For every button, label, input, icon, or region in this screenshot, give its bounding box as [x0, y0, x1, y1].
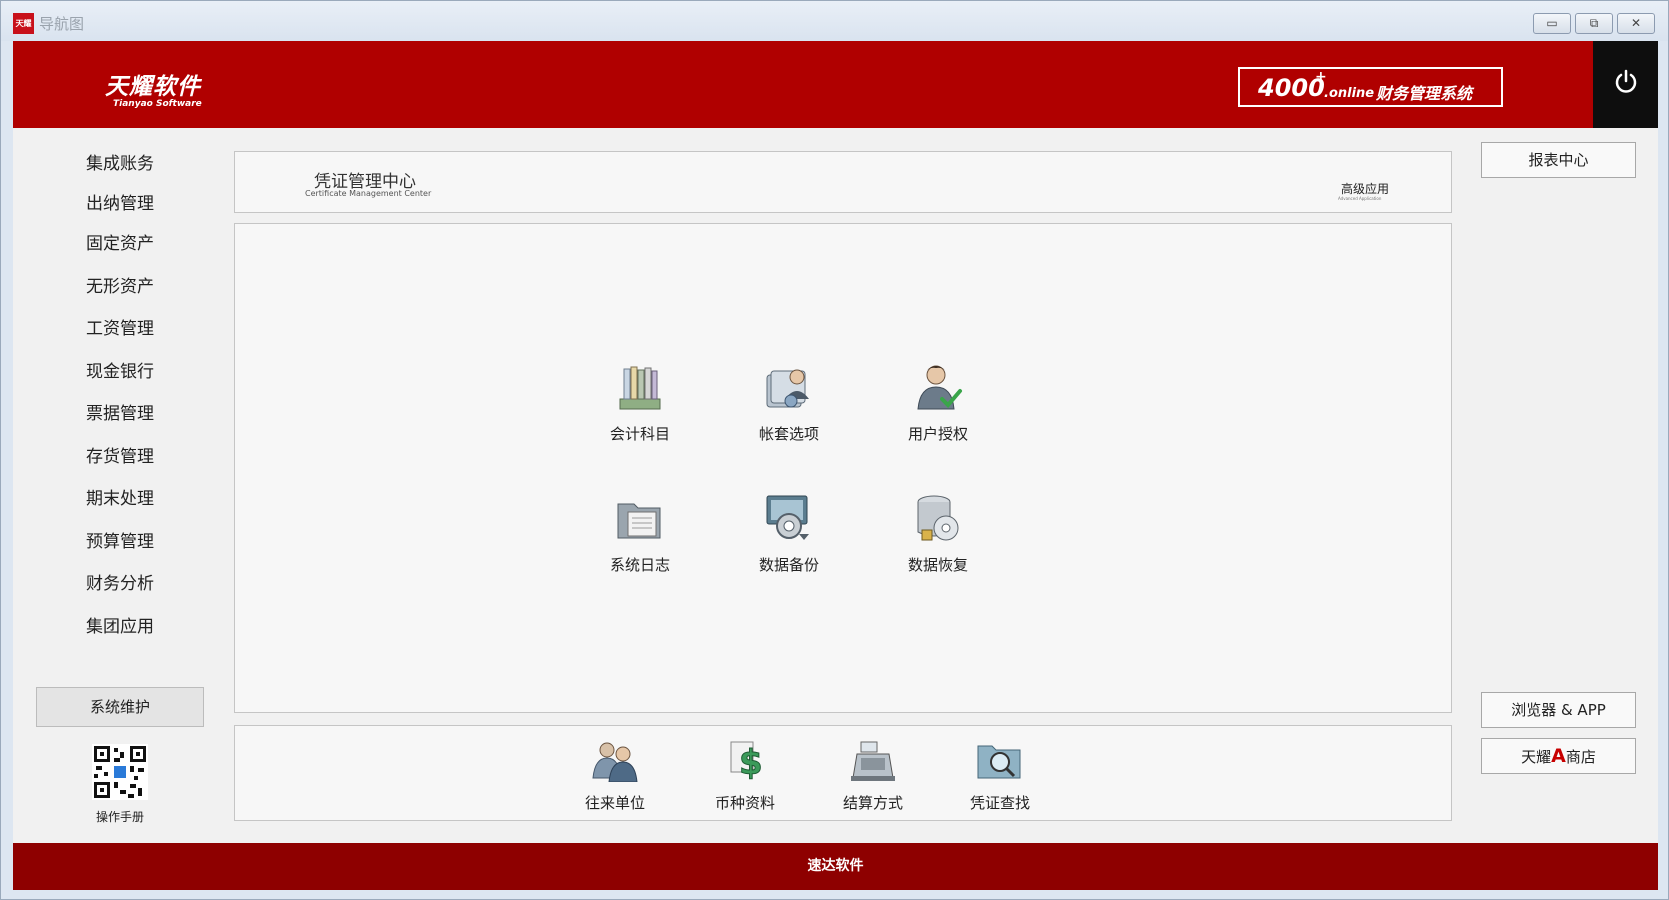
footer-bar: 速达软件 [13, 843, 1658, 890]
qr-label: 操作手册 [95, 810, 144, 824]
tile-label: 系统日志 [609, 556, 670, 574]
app-icon: 天耀 [13, 13, 34, 34]
account-options-icon [766, 369, 809, 408]
advanced-app-subtitle: Advanced Application [1338, 196, 1382, 201]
tile-label: 往来单位 [584, 794, 645, 812]
tile-data-restore[interactable]: 数据恢复 [878, 492, 998, 575]
tile-voucher-search[interactable]: 凭证查找 [940, 738, 1060, 813]
sidebar-item-payroll[interactable]: 工资管理 [36, 309, 204, 349]
qr-code-icon[interactable] [92, 744, 148, 800]
maximize-button[interactable]: ⧉ [1575, 13, 1613, 34]
cert-center-header: 凭证管理中心 Certificate Management Center 高级应… [234, 151, 1452, 213]
report-center-button[interactable]: 报表中心 [1481, 142, 1636, 178]
tile-user-authorization[interactable]: 用户授权 [878, 361, 998, 444]
data-restore-icon [917, 495, 959, 541]
currency-icon: $ [730, 741, 763, 784]
bottom-panel: 往来单位 $ 币种资料 结算方式 凭证查找 [234, 725, 1452, 821]
partner-units-icon [592, 742, 638, 783]
sidebar-item-bills[interactable]: 票据管理 [36, 394, 204, 434]
main-panel: 会计科目 帐套选项 用户授权 系统日志 数据备份 数据恢复 [234, 223, 1452, 713]
store-button[interactable]: 天耀A商店 [1481, 738, 1636, 774]
cert-center-subtitle: Certificate Management Center [305, 189, 432, 198]
tile-label: 凭证查找 [969, 794, 1030, 812]
tile-label: 数据备份 [758, 556, 819, 574]
sidebar-item-intangible-assets[interactable]: 无形资产 [36, 267, 204, 307]
tile-label: 用户授权 [907, 425, 968, 443]
user-authorization-icon [917, 365, 962, 410]
product-badge: 4000 + .online 财务管理系统 [1238, 67, 1503, 107]
sidebar-item-inventory[interactable]: 存货管理 [36, 437, 204, 477]
app-window: 天耀 导航图 ▭ ⧉ ✕ 天耀软件 Tianyao Software 4000 … [0, 0, 1669, 900]
sidebar-item-period-end[interactable]: 期末处理 [36, 479, 204, 519]
sidebar-item-fixed-assets[interactable]: 固定资产 [36, 224, 204, 264]
sidebar-item-budget[interactable]: 预算管理 [36, 522, 204, 562]
sidebar-item-integrated-accounts[interactable]: 集成账务 [36, 144, 204, 184]
store-a-letter: A [1551, 745, 1566, 767]
tile-system-log[interactable]: 系统日志 [580, 492, 700, 575]
svg-text:$: $ [739, 743, 763, 782]
advanced-app-title[interactable]: 高级应用 [1341, 180, 1389, 197]
tile-settlement-methods[interactable]: 结算方式 [813, 738, 933, 813]
tile-label: 会计科目 [609, 425, 670, 443]
product-name: 财务管理系统 [1376, 84, 1473, 103]
logo-cn-text: 天耀软件 [105, 74, 201, 100]
sidebar-item-cash-bank[interactable]: 现金银行 [36, 352, 204, 392]
tile-label: 币种资料 [714, 794, 775, 812]
browser-app-button[interactable]: 浏览器 & APP [1481, 692, 1636, 728]
tile-partner-units[interactable]: 往来单位 [555, 738, 675, 813]
sidebar-item-cashier[interactable]: 出纳管理 [36, 184, 204, 224]
voucher-search-icon [977, 745, 1021, 779]
store-suffix: 商店 [1565, 748, 1596, 766]
product-online: .online [1324, 86, 1375, 101]
ledger-books-icon [619, 366, 661, 410]
client-area: 天耀软件 Tianyao Software 4000 + .online 财务管… [13, 41, 1658, 890]
product-plus: + [1315, 69, 1327, 85]
window-title: 导航图 [39, 15, 85, 33]
close-button[interactable]: ✕ [1617, 13, 1655, 34]
logo-en-text: Tianyao Software [113, 99, 202, 109]
sidebar-item-system-maintenance[interactable]: 系统维护 [36, 687, 204, 727]
company-logo: 天耀软件 Tianyao Software [105, 67, 202, 109]
system-log-icon [617, 503, 661, 539]
minimize-button[interactable]: ▭ [1533, 13, 1571, 34]
tile-account-options[interactable]: 帐套选项 [729, 361, 849, 444]
power-button[interactable] [1593, 41, 1658, 128]
tile-label: 数据恢复 [907, 556, 968, 574]
store-prefix: 天耀 [1521, 748, 1552, 766]
tile-accounting-subjects[interactable]: 会计科目 [580, 361, 700, 444]
tile-data-backup[interactable]: 数据备份 [729, 492, 849, 575]
cash-register-icon [851, 741, 895, 781]
sidebar-item-financial-analysis[interactable]: 财务分析 [36, 564, 204, 604]
header-bar: 天耀软件 Tianyao Software 4000 + .online 财务管… [13, 41, 1658, 128]
power-icon [1615, 69, 1636, 93]
tile-label: 结算方式 [842, 794, 903, 812]
title-bar: 天耀 导航图 ▭ ⧉ ✕ [1, 1, 1668, 41]
tile-currency[interactable]: $ 币种资料 [685, 738, 805, 813]
data-backup-icon [766, 495, 809, 540]
tile-label: 帐套选项 [758, 425, 819, 443]
sidebar-item-group-app[interactable]: 集团应用 [36, 607, 204, 647]
